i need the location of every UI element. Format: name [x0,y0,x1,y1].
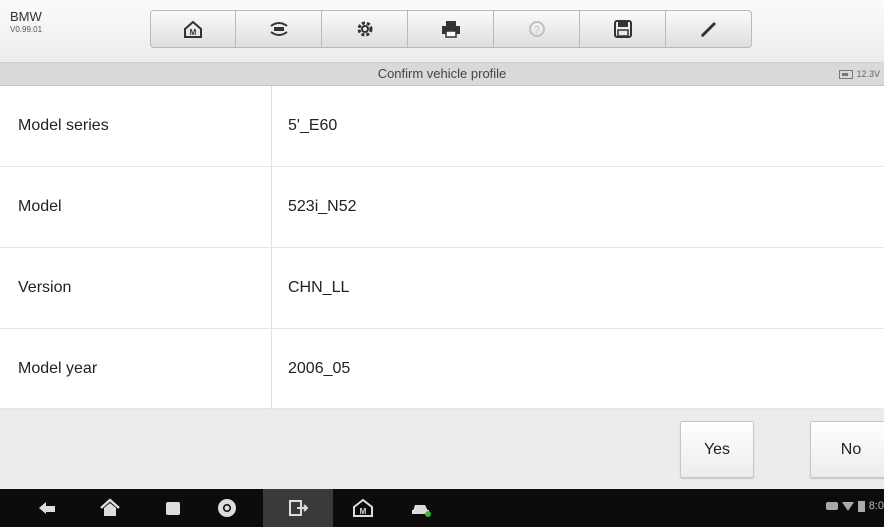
table-row: Model series 5'_E60 [0,86,884,167]
wifi-icon [841,501,854,511]
row-value: 2006_05 [288,360,351,377]
row-label: Model year [0,329,272,409]
voltage-readout: 12.3V [856,69,880,79]
help-icon: ? [528,21,545,37]
vehicle-swap-icon [269,22,288,36]
recent-apps-icon [166,502,180,515]
svg-text:?: ? [534,25,540,36]
browser-button[interactable] [216,497,238,519]
battery-icon [839,69,854,79]
print-icon [441,21,460,38]
clock: 8:0 [868,500,884,512]
connect-icon [289,500,309,516]
vehicle-profile-table: Model series 5'_E60 Model 523i_N52 Versi… [0,86,884,410]
top-toolbar: BMW V0.99.01 M ? [0,0,884,63]
title-bar: Confirm vehicle profile 12.3V [0,63,884,86]
edit-button[interactable] [666,10,752,48]
recent-apps-button[interactable] [162,497,184,519]
home-icon [100,498,120,516]
table-row: Model 523i_N52 [0,167,884,248]
table-row: Version CHN_LL [0,248,884,329]
app-version: V0.99.01 [10,25,43,34]
app-home-icon: M [353,498,373,517]
row-label: Model series [0,86,272,166]
toolbar-buttons: M ? [150,10,752,48]
edit-icon [700,21,716,38]
page-title: Confirm vehicle profile [377,66,507,81]
row-value: CHN_LL [288,279,350,296]
save-button[interactable] [580,10,666,48]
svg-text:M: M [360,507,367,516]
vehicle-swap-button[interactable] [236,10,322,48]
connect-button[interactable] [287,497,309,519]
brand: BMW V0.99.01 [10,10,42,34]
no-button[interactable]: No [810,421,884,478]
svg-text:M: M [190,28,197,37]
settings-icon [357,21,372,37]
browser-icon [218,499,236,517]
row-value: 5'_E60 [288,117,338,134]
nav-home-button[interactable] [99,497,121,519]
save-icon [613,20,632,38]
home-icon: M [184,20,202,38]
status-tray: 8:0 [825,500,884,512]
settings-button[interactable] [322,10,408,48]
yes-button[interactable]: Yes [680,421,754,478]
table-row: Model year 2006_05 [0,329,884,410]
app-home-button[interactable]: M [352,497,374,519]
vehicle-button[interactable] [410,497,432,519]
notification-icon [825,502,838,510]
battery-status: 12.3V [839,63,880,85]
app-name: BMW [10,9,42,24]
back-icon [39,502,55,514]
help-button[interactable]: ? [494,10,580,48]
back-button[interactable] [36,497,58,519]
row-label: Model [0,167,272,247]
system-nav-bar: M 8:0 [0,489,884,527]
row-label: Version [0,248,272,328]
battery-icon [857,500,865,512]
action-bar: Yes No [0,409,884,489]
print-button[interactable] [408,10,494,48]
row-value: 523i_N52 [288,198,357,215]
home-button[interactable]: M [150,10,236,48]
vehicle-icon [412,505,431,517]
